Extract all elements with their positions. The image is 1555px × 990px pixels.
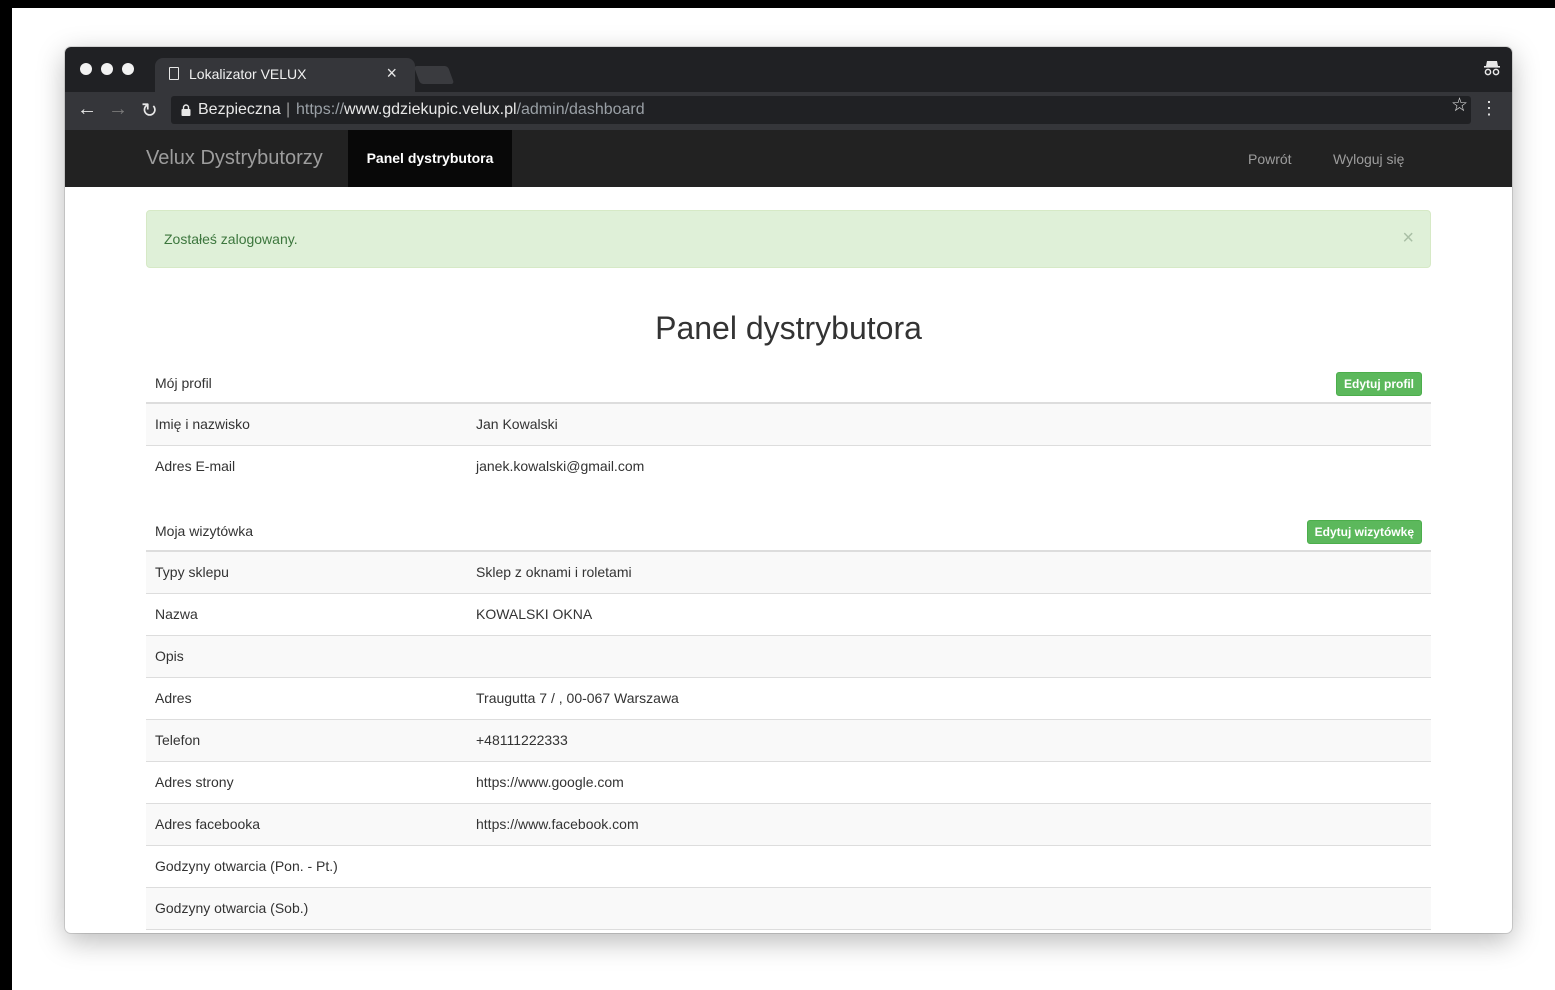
star-icon[interactable]: ☆ bbox=[1451, 94, 1468, 117]
reload-icon[interactable]: ↻ bbox=[141, 98, 158, 123]
window-zoom-dot[interactable] bbox=[122, 63, 134, 75]
row-value: https://www.facebook.com bbox=[476, 816, 639, 832]
new-tab-button[interactable] bbox=[413, 66, 455, 84]
page-title: Panel dystrybutora bbox=[655, 310, 922, 346]
row-label: Godzyny otwarcia (Pon. - Pt.) bbox=[155, 858, 338, 874]
browser-window: Lokalizator VELUX × ← → ↻ Bezpieczna | h… bbox=[65, 47, 1512, 933]
table-row: Typy sklepu Sklep z oknami i roletami bbox=[146, 552, 1431, 594]
table-row: Adres facebooka https://www.facebook.com bbox=[146, 804, 1431, 846]
alert-message: Zostałeś zalogowany. bbox=[164, 231, 298, 247]
tab-close-icon[interactable]: × bbox=[386, 63, 397, 84]
table-row: Godzyny otwarcia (Sob.) bbox=[146, 888, 1431, 930]
document-icon bbox=[169, 67, 179, 80]
card-heading: Moja wizytówka bbox=[155, 523, 254, 539]
row-label: Adres strony bbox=[155, 774, 234, 790]
card-section: Moja wizytówka Edytuj wizytówkę Typy skl… bbox=[146, 510, 1431, 930]
window-close-dot[interactable] bbox=[80, 63, 92, 75]
edit-profile-button[interactable]: Edytuj profil bbox=[1336, 372, 1422, 396]
table-row: Imię i nazwisko Jan Kowalski bbox=[146, 404, 1431, 446]
lock-icon bbox=[181, 104, 191, 116]
profile-header: Mój profil Edytuj profil bbox=[146, 362, 1431, 404]
row-value: Jan Kowalski bbox=[476, 416, 558, 432]
row-label: Typy sklepu bbox=[155, 564, 229, 580]
row-value: KOWALSKI OKNA bbox=[476, 606, 593, 622]
row-label: Imię i nazwisko bbox=[155, 416, 250, 432]
row-label: Adres E-mail bbox=[155, 458, 236, 474]
browser-tab[interactable]: Lokalizator VELUX × bbox=[155, 58, 415, 92]
row-value: Traugutta 7 / , 00-067 Warszawa bbox=[476, 690, 679, 706]
row-value: +48111222333 bbox=[476, 732, 568, 748]
window-minimize-dot[interactable] bbox=[101, 63, 113, 75]
table-row: Adres strony https://www.google.com bbox=[146, 762, 1431, 804]
menu-icon[interactable]: ⋮ bbox=[1480, 98, 1498, 119]
row-label: Adres bbox=[155, 690, 192, 706]
screen-frame-left bbox=[0, 0, 12, 990]
row-label: Godzyny otwarcia (Sob.) bbox=[155, 900, 309, 916]
url-scheme: https:// bbox=[296, 101, 345, 118]
alert-close-icon[interactable]: × bbox=[1402, 227, 1414, 250]
url-host: www.gdziekupic.velux.pl bbox=[344, 101, 517, 118]
site-navbar: Velux Dystrybutorzy Panel dystrybutora P… bbox=[65, 130, 1512, 187]
table-row: Adres E-mail janek.kowalski@gmail.com bbox=[146, 446, 1431, 487]
incognito-icon bbox=[1484, 61, 1500, 76]
address-separator: | bbox=[286, 101, 291, 118]
screen-frame-top bbox=[0, 0, 1555, 8]
browser-toolbar: ← → ↻ Bezpieczna | https://www.gdziekupi… bbox=[65, 92, 1512, 130]
tab-title: Lokalizator VELUX bbox=[189, 66, 307, 82]
navbar-brand[interactable]: Velux Dystrybutorzy bbox=[146, 147, 323, 170]
profile-heading: Mój profil bbox=[155, 375, 212, 391]
nav-item-panel[interactable]: Panel dystrybutora bbox=[348, 130, 512, 187]
forward-icon[interactable]: → bbox=[108, 98, 128, 121]
table-row: Godzyny otwarcia (Pon. - Pt.) bbox=[146, 846, 1431, 888]
browser-titlebar: Lokalizator VELUX × bbox=[65, 47, 1512, 92]
url-path: /admin/dashboard bbox=[516, 101, 645, 118]
back-icon[interactable]: ← bbox=[77, 98, 97, 121]
row-label: Telefon bbox=[155, 732, 201, 748]
table-row: Adres Traugutta 7 / , 00-067 Warszawa bbox=[146, 678, 1431, 720]
table-row: Telefon +48111222333 bbox=[146, 720, 1431, 762]
success-alert: Zostałeś zalogowany. × bbox=[146, 210, 1431, 268]
security-label: Bezpieczna bbox=[198, 101, 281, 118]
url-text[interactable]: https://www.gdziekupic.velux.pl/admin/da… bbox=[296, 101, 645, 119]
row-label: Adres facebooka bbox=[155, 816, 261, 832]
nav-link-back[interactable]: Powrót bbox=[1248, 151, 1292, 167]
row-label: Opis bbox=[155, 648, 184, 664]
row-label: Nazwa bbox=[155, 606, 198, 622]
table-row: Nazwa KOWALSKI OKNA bbox=[146, 594, 1431, 636]
profile-section: Mój profil Edytuj profil Imię i nazwisko… bbox=[146, 362, 1431, 487]
address-bar[interactable]: Bezpieczna | https://www.gdziekupic.velu… bbox=[171, 96, 1471, 124]
card-header: Moja wizytówka Edytuj wizytówkę bbox=[146, 510, 1431, 552]
row-value: https://www.google.com bbox=[476, 774, 624, 790]
row-value: janek.kowalski@gmail.com bbox=[476, 458, 645, 474]
nav-link-logout[interactable]: Wyloguj się bbox=[1333, 151, 1404, 167]
edit-card-button[interactable]: Edytuj wizytówkę bbox=[1306, 520, 1422, 544]
row-value: Sklep z oknami i roletami bbox=[476, 564, 632, 580]
table-row: Opis bbox=[146, 636, 1431, 678]
